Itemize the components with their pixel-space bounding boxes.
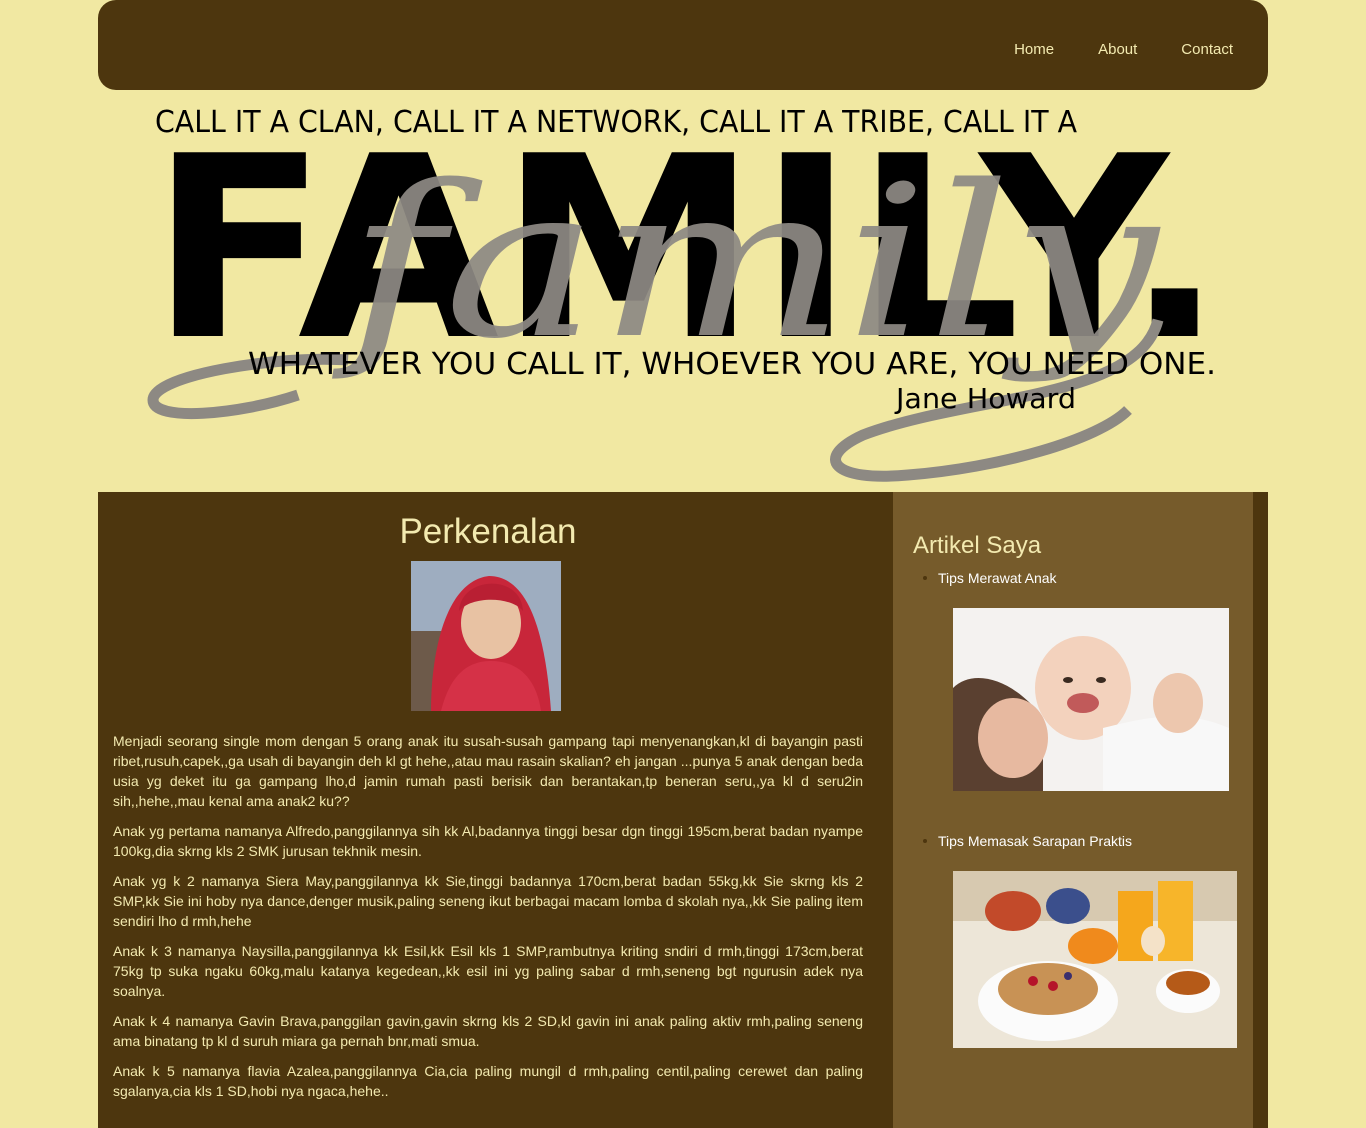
paragraph: Anak k 4 namanya Gavin Brava,panggilan g… [113, 1013, 863, 1049]
top-navbar: Home About Contact [98, 0, 1268, 90]
nav-contact-link[interactable]: Contact [1181, 41, 1233, 58]
article-thumbnail-breakfast[interactable] [953, 871, 1237, 1048]
baby-photo-art [953, 608, 1229, 791]
profile-photo-art [411, 561, 561, 711]
article-thumbnail-baby[interactable] [953, 608, 1229, 791]
paragraph: Anak yg k 2 namanya Siera May,panggilann… [113, 873, 863, 929]
list-bullet [923, 576, 927, 580]
paragraph: Anak k 3 namanya Naysilla,panggilannya k… [113, 943, 863, 999]
banner-line2: WHATEVER YOU CALL IT, WHOEVER YOU ARE, Y… [248, 347, 1216, 382]
paragraph: Anak yg pertama namanya Alfredo,panggila… [113, 823, 863, 859]
paragraph: Anak k 5 namanya flavia Azalea,panggilan… [113, 1063, 863, 1099]
profile-photo [411, 561, 561, 711]
intro-text: Menjadi seorang single mom dengan 5 oran… [113, 731, 863, 1111]
main-content: Perkenalan Menjadi seorang single mom de… [98, 492, 893, 1128]
sidebar-edge [1253, 492, 1268, 1128]
banner-artwork: CALL IT A CLAN, CALL IT A NETWORK, CALL … [147, 103, 1224, 482]
header-banner: CALL IT A CLAN, CALL IT A NETWORK, CALL … [98, 90, 1268, 492]
article-link-tips-memasak[interactable]: Tips Memasak Sarapan Praktis [923, 833, 1132, 849]
nav-home-link[interactable]: Home [1014, 41, 1054, 58]
article-label: Tips Merawat Anak [938, 570, 1057, 586]
list-bullet [923, 839, 927, 843]
breakfast-photo-art [953, 871, 1237, 1048]
page-title: Perkenalan [399, 512, 577, 551]
nav-about-link[interactable]: About [1098, 41, 1137, 58]
nav-menu: Home About Contact [970, 41, 1233, 58]
banner-author: Jane Howard [894, 382, 1076, 415]
article-link-tips-merawat-anak[interactable]: Tips Merawat Anak [923, 570, 1057, 586]
sidebar: Artikel Saya Tips Merawat Anak Tips Mema… [893, 492, 1253, 1128]
paragraph: Menjadi seorang single mom dengan 5 oran… [113, 733, 863, 809]
sidebar-title: Artikel Saya [913, 532, 1042, 559]
article-label: Tips Memasak Sarapan Praktis [938, 833, 1132, 849]
